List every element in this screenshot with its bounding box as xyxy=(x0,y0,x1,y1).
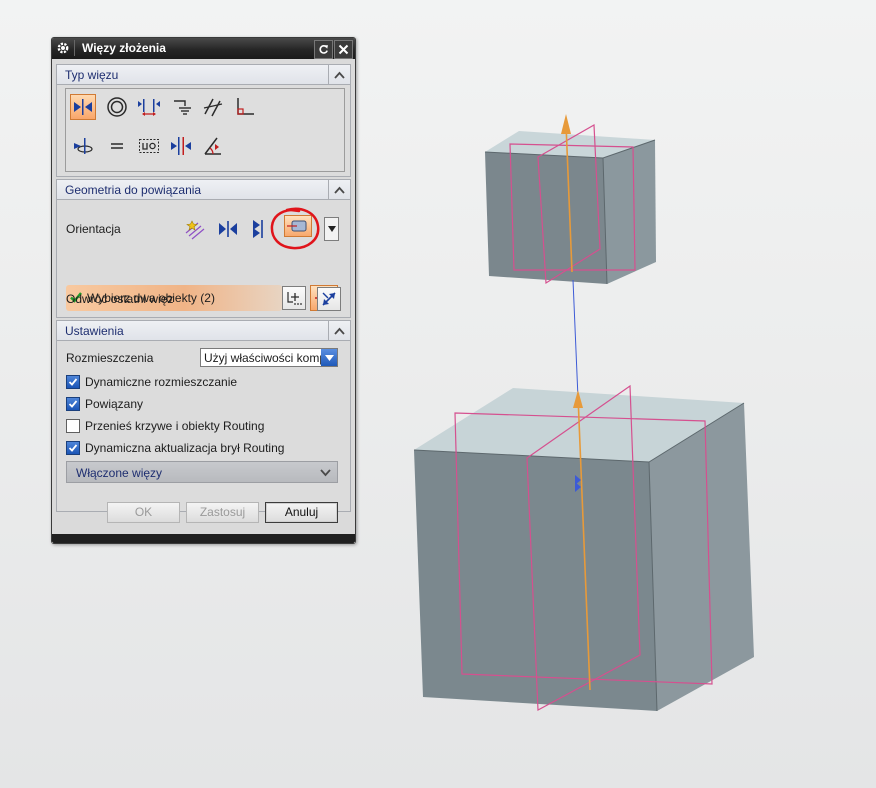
subsection-enabled-constraints[interactable]: Włączone więzy xyxy=(66,461,338,483)
dialog-titlebar[interactable]: Więzy złożenia xyxy=(52,38,355,59)
reset-icon[interactable] xyxy=(314,40,333,59)
close-icon[interactable] xyxy=(334,40,353,59)
section-typ-wiezu-body xyxy=(56,85,351,177)
rozmieszczenia-select[interactable]: Użyj właściwości komponentu xyxy=(200,348,338,367)
axis-line xyxy=(572,279,579,399)
concentric-icon[interactable] xyxy=(104,94,130,120)
chevron-down-icon[interactable] xyxy=(320,466,331,480)
checkbox-associative[interactable] xyxy=(66,397,80,411)
checkbox-move-routing[interactable] xyxy=(66,419,80,433)
section-ustawienia-title: Ustawienia xyxy=(65,324,124,338)
section-geometria-title: Geometria do powiązania xyxy=(65,183,202,197)
dialog-bottom-bar xyxy=(52,534,355,543)
checkbox-label: Dynamiczna aktualizacja brył Routing xyxy=(85,441,285,455)
equal-icon[interactable] xyxy=(104,133,130,159)
checkbox-label: Powiązany xyxy=(85,397,144,411)
dialog-body: Typ więzu Geometria do powiązania Orient… xyxy=(52,60,355,543)
assembly-constraints-dialog: Więzy złożenia Typ więzu Geometria do po… xyxy=(51,37,356,544)
chevron-up-icon[interactable] xyxy=(328,179,350,200)
rozmieszczenia-value: Użyj właściwości komponentu xyxy=(204,351,337,365)
constraint-type-palette xyxy=(65,88,345,172)
touch-icon[interactable] xyxy=(216,217,240,241)
rozmieszczenia-label: Rozmieszczenia xyxy=(66,351,154,365)
add-selection-icon[interactable] xyxy=(282,286,306,310)
bond-icon[interactable] xyxy=(168,133,194,159)
touch-align-icon[interactable] xyxy=(70,94,96,120)
reverse-constraint-icon[interactable] xyxy=(317,287,341,311)
chevron-down-icon[interactable] xyxy=(321,349,337,366)
checkbox-dynamic-routing-update[interactable] xyxy=(66,441,80,455)
checkbox-dynamic-placement[interactable] xyxy=(66,375,80,389)
apply-button[interactable]: Zastosuj xyxy=(186,502,259,523)
distance-icon[interactable] xyxy=(136,94,162,120)
fit-icon[interactable] xyxy=(136,133,162,159)
cancel-button[interactable]: Anuluj xyxy=(265,502,338,523)
orientation-dropdown[interactable] xyxy=(324,217,339,241)
dialog-title: Więzy złożenia xyxy=(82,41,166,55)
chevron-up-icon[interactable] xyxy=(328,64,350,85)
fix-icon[interactable] xyxy=(168,94,194,120)
orientation-label: Orientacja xyxy=(66,222,121,236)
reverse-label: Odwróć ostatni więz xyxy=(66,292,174,306)
section-ustawienia-header[interactable]: Ustawienia xyxy=(56,320,351,341)
angle-icon[interactable] xyxy=(200,133,226,159)
center-icon[interactable] xyxy=(70,133,96,159)
auto-orient-icon[interactable] xyxy=(182,217,206,241)
checkbox-label: Przenieś krzywe i obiekty Routing xyxy=(85,419,265,433)
checkbox-label: Dynamiczne rozmieszczanie xyxy=(85,375,238,389)
subsection-title: Włączone więzy xyxy=(76,466,163,480)
section-typ-wiezu-header[interactable]: Typ więzu xyxy=(56,64,351,85)
perpendicular-icon[interactable] xyxy=(232,94,258,120)
annotation-circle xyxy=(270,207,320,250)
section-geometria-header[interactable]: Geometria do powiązania xyxy=(56,179,351,200)
ok-button[interactable]: OK xyxy=(107,502,180,523)
parallel-icon[interactable] xyxy=(200,94,226,120)
gear-icon[interactable] xyxy=(55,40,75,56)
section-typ-wiezu-title: Typ więzu xyxy=(65,68,119,82)
chevron-up-icon[interactable] xyxy=(328,320,350,341)
